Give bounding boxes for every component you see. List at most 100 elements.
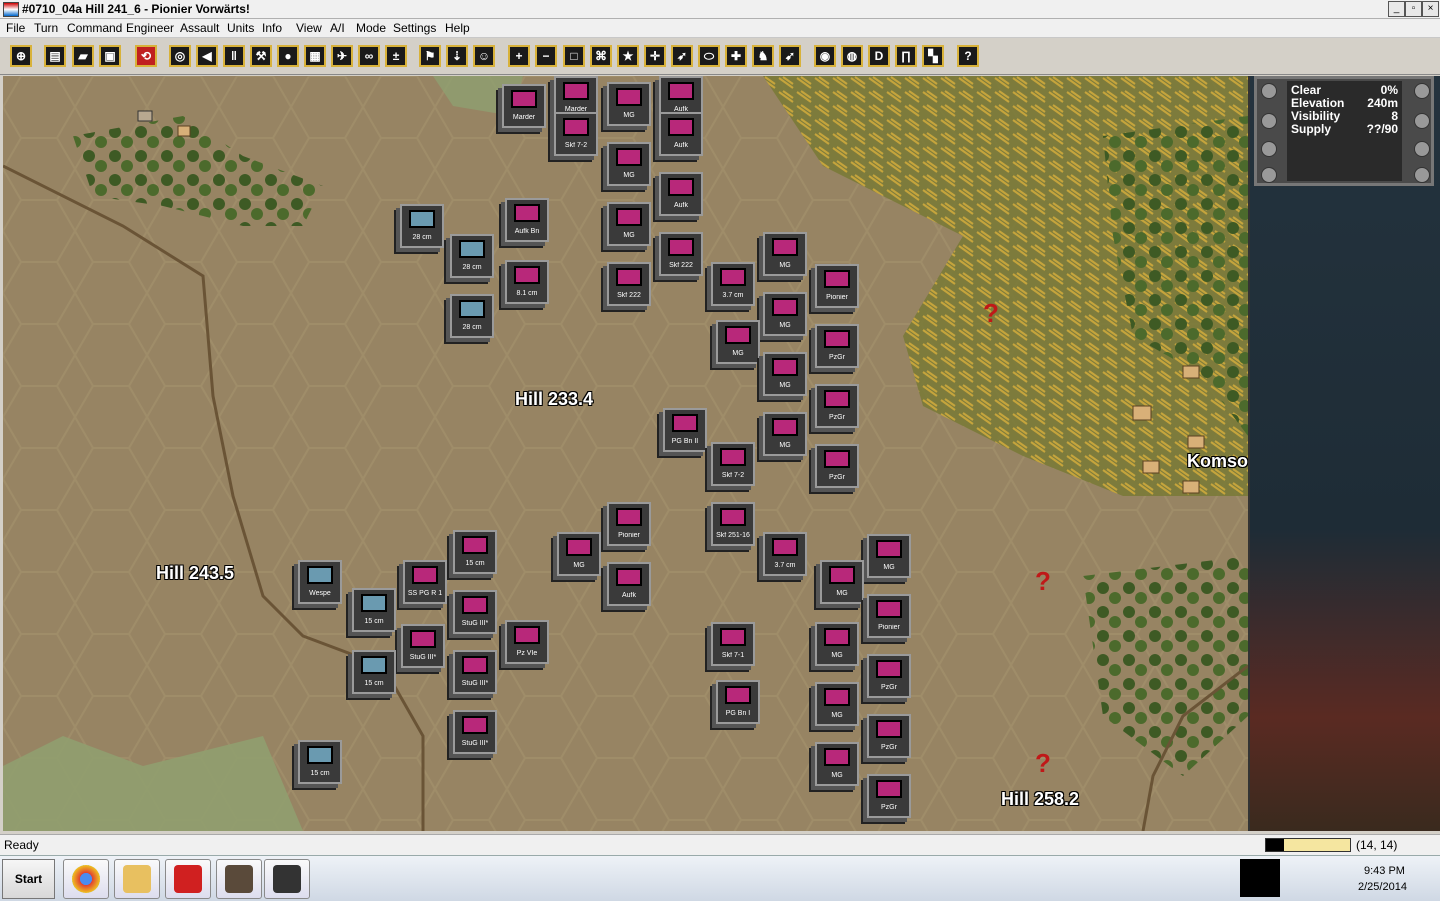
jump-map-icon[interactable]: ⊕: [10, 45, 32, 67]
unit-counter[interactable]: 8.1 cm: [505, 260, 549, 304]
ammo-icon[interactable]: ‖: [223, 45, 245, 67]
unit-counter[interactable]: 15 cm: [352, 588, 396, 632]
unit-counter[interactable]: Pionier: [815, 264, 859, 308]
start-button[interactable]: Start: [2, 859, 55, 899]
unit-counter[interactable]: PzGr: [867, 774, 911, 818]
unit-counter[interactable]: Marder: [502, 84, 546, 128]
bunker-icon[interactable]: ▦: [304, 45, 326, 67]
save-turn-icon[interactable]: ▤: [44, 45, 66, 67]
unit-counter[interactable]: MG: [607, 142, 651, 186]
menu-file[interactable]: File: [6, 21, 25, 35]
unit-counter[interactable]: Aufk: [659, 172, 703, 216]
unit-counter[interactable]: PzGr: [815, 384, 859, 428]
unit-counter[interactable]: 15 cm: [453, 530, 497, 574]
unit-counter[interactable]: PzGr: [867, 714, 911, 758]
unit-counter[interactable]: MG: [607, 202, 651, 246]
unit-counter[interactable]: StuG III*: [401, 624, 445, 668]
unit-counter[interactable]: MG: [815, 742, 859, 786]
unit-counter[interactable]: 28 cm: [400, 204, 444, 248]
unknown-unit-marker[interactable]: ?: [1035, 566, 1051, 597]
chrome-icon[interactable]: [63, 859, 109, 899]
unit-counter[interactable]: StuG III*: [453, 710, 497, 754]
unit-counter[interactable]: Aufk: [659, 112, 703, 156]
unit-info-icon[interactable]: ♞: [752, 45, 774, 67]
unit-counter[interactable]: 28 cm: [450, 234, 494, 278]
mixed-icon[interactable]: ▚: [922, 45, 944, 67]
menu-ai[interactable]: A/I: [330, 21, 345, 35]
unit-counter[interactable]: 15 cm: [298, 740, 342, 784]
reinforce-icon[interactable]: ±: [385, 45, 407, 67]
target-unit-icon[interactable]: ◎: [169, 45, 191, 67]
unit-counter[interactable]: StuG III*: [453, 650, 497, 694]
unit-counter[interactable]: MG: [815, 622, 859, 666]
red-button-icon[interactable]: ◉: [814, 45, 836, 67]
floppy-icon[interactable]: ▣: [99, 45, 121, 67]
oval-icon[interactable]: ⬭: [698, 45, 720, 67]
map-view[interactable]: Hill 233.4 Hill 243.5 Hill 258.2 Komso ?…: [3, 76, 1250, 831]
unit-counter[interactable]: MG: [716, 320, 760, 364]
mine-icon[interactable]: ⌘: [590, 45, 612, 67]
menu-mode[interactable]: Mode: [356, 21, 386, 35]
medic-icon[interactable]: ✚: [725, 45, 747, 67]
eye-icon[interactable]: [264, 859, 310, 899]
target-icon[interactable]: ✛: [644, 45, 666, 67]
help-icon[interactable]: ?: [957, 45, 979, 67]
unit-counter[interactable]: Skf 222: [607, 262, 651, 306]
unit-counter[interactable]: MG: [867, 534, 911, 578]
unit-counter[interactable]: MG: [820, 560, 864, 604]
aircraft-icon[interactable]: ✈: [331, 45, 353, 67]
binoculars-icon[interactable]: ∞: [358, 45, 380, 67]
menu-assault[interactable]: Assault: [180, 21, 219, 35]
unit-counter[interactable]: Aufk Bn: [505, 198, 549, 242]
unit-counter[interactable]: PzGr: [815, 324, 859, 368]
unit-counter[interactable]: MG: [607, 82, 651, 126]
unit-counter[interactable]: PG Bn I: [716, 680, 760, 724]
unit-counter[interactable]: StuG III*: [453, 590, 497, 634]
menu-engineer[interactable]: Engineer: [126, 21, 174, 35]
unit-counter[interactable]: 3.7 cm: [763, 532, 807, 576]
menu-help[interactable]: Help: [445, 21, 470, 35]
menu-command[interactable]: Command: [67, 21, 122, 35]
zoom-out-icon[interactable]: −: [535, 45, 557, 67]
minimize-button[interactable]: _: [1388, 1, 1405, 17]
unit-counter[interactable]: Skf 222: [659, 232, 703, 276]
unit-counter[interactable]: Aufk: [607, 562, 651, 606]
unknown-unit-marker[interactable]: ?: [983, 298, 999, 329]
load-icon[interactable]: ▰: [72, 45, 94, 67]
unit-counter[interactable]: Pionier: [607, 502, 651, 546]
d-icon[interactable]: D: [868, 45, 890, 67]
menu-units[interactable]: Units: [227, 21, 254, 35]
menu-turn[interactable]: Turn: [34, 21, 58, 35]
maximize-button[interactable]: ▫: [1405, 1, 1422, 17]
unit-counter[interactable]: Skf 7-2: [711, 442, 755, 486]
unit-counter[interactable]: MG: [763, 352, 807, 396]
pdf-icon[interactable]: [165, 859, 211, 899]
menu-settings[interactable]: Settings: [393, 21, 436, 35]
back-icon[interactable]: ◀: [196, 45, 218, 67]
unit-counter[interactable]: 3.7 cm: [711, 262, 755, 306]
radar-icon[interactable]: ◍: [841, 45, 863, 67]
zoom-in-icon[interactable]: +: [508, 45, 530, 67]
star-icon[interactable]: ★: [617, 45, 639, 67]
unknown-unit-marker[interactable]: ?: [1035, 748, 1051, 779]
menu-info[interactable]: Info: [262, 21, 282, 35]
unit-counter[interactable]: MG: [763, 232, 807, 276]
menu-view[interactable]: View: [296, 21, 322, 35]
unit-counter[interactable]: MG: [557, 532, 601, 576]
unit-counter[interactable]: MG: [815, 682, 859, 726]
leader-icon[interactable]: ☺: [473, 45, 495, 67]
unit-counter[interactable]: PzGr: [867, 654, 911, 698]
unit-counter[interactable]: 28 cm: [450, 294, 494, 338]
unit-counter[interactable]: Wespe: [298, 560, 342, 604]
unit-counter[interactable]: SS PG R 1: [403, 560, 447, 604]
pillar-icon[interactable]: ∏: [895, 45, 917, 67]
file-explorer-icon[interactable]: [114, 859, 160, 899]
flag-icon[interactable]: ⚑: [419, 45, 441, 67]
close-button[interactable]: ×: [1422, 1, 1439, 17]
unit-counter[interactable]: MG: [763, 412, 807, 456]
move-icon[interactable]: ➹: [779, 45, 801, 67]
disruption-icon[interactable]: ●: [277, 45, 299, 67]
unit-counter[interactable]: PG Bn II: [663, 408, 707, 452]
hex-outline-icon[interactable]: □: [563, 45, 585, 67]
unit-counter[interactable]: Skf 7-1: [711, 622, 755, 666]
